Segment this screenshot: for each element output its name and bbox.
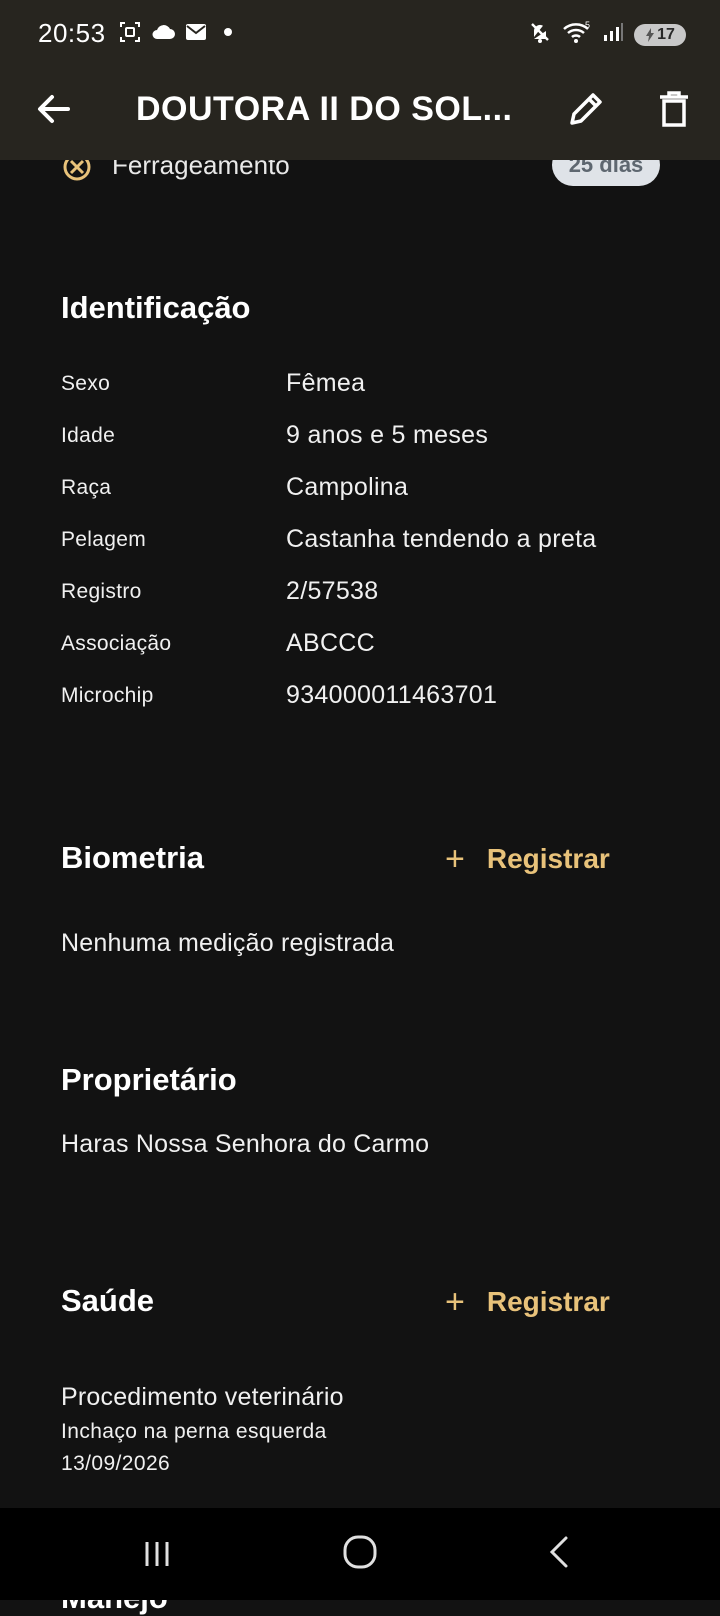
- page-title: DOUTORA II DO SOL...: [136, 90, 513, 128]
- edit-pencil-icon: [570, 93, 602, 125]
- value-registro: 2/57538: [286, 577, 379, 605]
- plus-icon: +: [445, 840, 465, 878]
- status-bar: 20:53 5 17: [0, 0, 720, 70]
- status-icons-left: [118, 20, 232, 44]
- back-arrow-icon: [38, 95, 70, 123]
- value-microchip: 934000011463701: [286, 681, 498, 709]
- section-title-biometria: Biometria: [61, 840, 204, 875]
- value-pelagem: Castanha tendendo a preta: [286, 525, 597, 553]
- svg-text:5: 5: [585, 20, 590, 30]
- plus-icon: +: [445, 1283, 465, 1321]
- health-entry-description: Inchaço na perna esquerda: [61, 1420, 327, 1443]
- app-bar: DOUTORA II DO SOL...: [0, 70, 720, 160]
- wifi-icon: 5: [562, 20, 592, 49]
- section-title-saude: Saúde: [61, 1283, 155, 1318]
- label-associacao: Associação: [61, 632, 172, 655]
- back-icon: [549, 1536, 568, 1568]
- edit-button[interactable]: [562, 85, 610, 133]
- notification-dot: [224, 28, 232, 36]
- screenshot-icon: [118, 20, 142, 44]
- mail-icon: [184, 21, 208, 43]
- status-icons-right: 5 17: [528, 20, 686, 49]
- trash-icon: [660, 91, 688, 127]
- status-time: 20:53: [38, 18, 106, 48]
- health-entry-date: 13/09/2026: [61, 1452, 171, 1475]
- health-entry-type[interactable]: Procedimento veterinário: [61, 1383, 344, 1412]
- value-idade: 9 anos e 5 meses: [286, 421, 489, 449]
- label-raca: Raça: [61, 476, 112, 499]
- top-bar: 20:53 5 17 DOUTORA II DO SOL...: [0, 0, 720, 160]
- biometria-register-button[interactable]: + Registrar: [445, 837, 610, 881]
- nav-back-button[interactable]: [540, 1532, 580, 1572]
- register-label: Registrar: [486, 843, 610, 874]
- delete-button[interactable]: [650, 85, 698, 133]
- signal-icon: [602, 21, 624, 48]
- value-sexo: Fêmea: [286, 369, 366, 397]
- section-title-identificacao: Identificação: [61, 290, 251, 325]
- battery-level: 17: [657, 25, 675, 43]
- value-raca: Campolina: [286, 473, 409, 501]
- battery-icon: 17: [634, 23, 686, 46]
- saude-register-button[interactable]: + Registrar: [445, 1280, 610, 1324]
- label-registro: Registro: [61, 580, 142, 603]
- label-pelagem: Pelagem: [61, 528, 146, 551]
- cloud-icon: [150, 21, 176, 43]
- mute-icon: [528, 20, 552, 49]
- label-sexo: Sexo: [61, 372, 111, 395]
- register-label: Registrar: [486, 1286, 610, 1317]
- label-microchip: Microchip: [61, 684, 154, 707]
- back-button[interactable]: [30, 85, 78, 133]
- recents-button[interactable]: [140, 1536, 176, 1572]
- home-icon: [343, 1535, 377, 1569]
- owner-name: Haras Nossa Senhora do Carmo: [61, 1130, 430, 1158]
- section-title-proprietario: Proprietário: [61, 1062, 237, 1097]
- home-button[interactable]: [340, 1532, 380, 1572]
- system-nav-bar: [0, 1508, 720, 1600]
- value-associacao: ABCCC: [286, 629, 376, 657]
- recents-icon: [145, 1542, 169, 1566]
- label-idade: Idade: [61, 424, 116, 447]
- biometria-empty-text: Nenhuma medição registrada: [61, 929, 395, 957]
